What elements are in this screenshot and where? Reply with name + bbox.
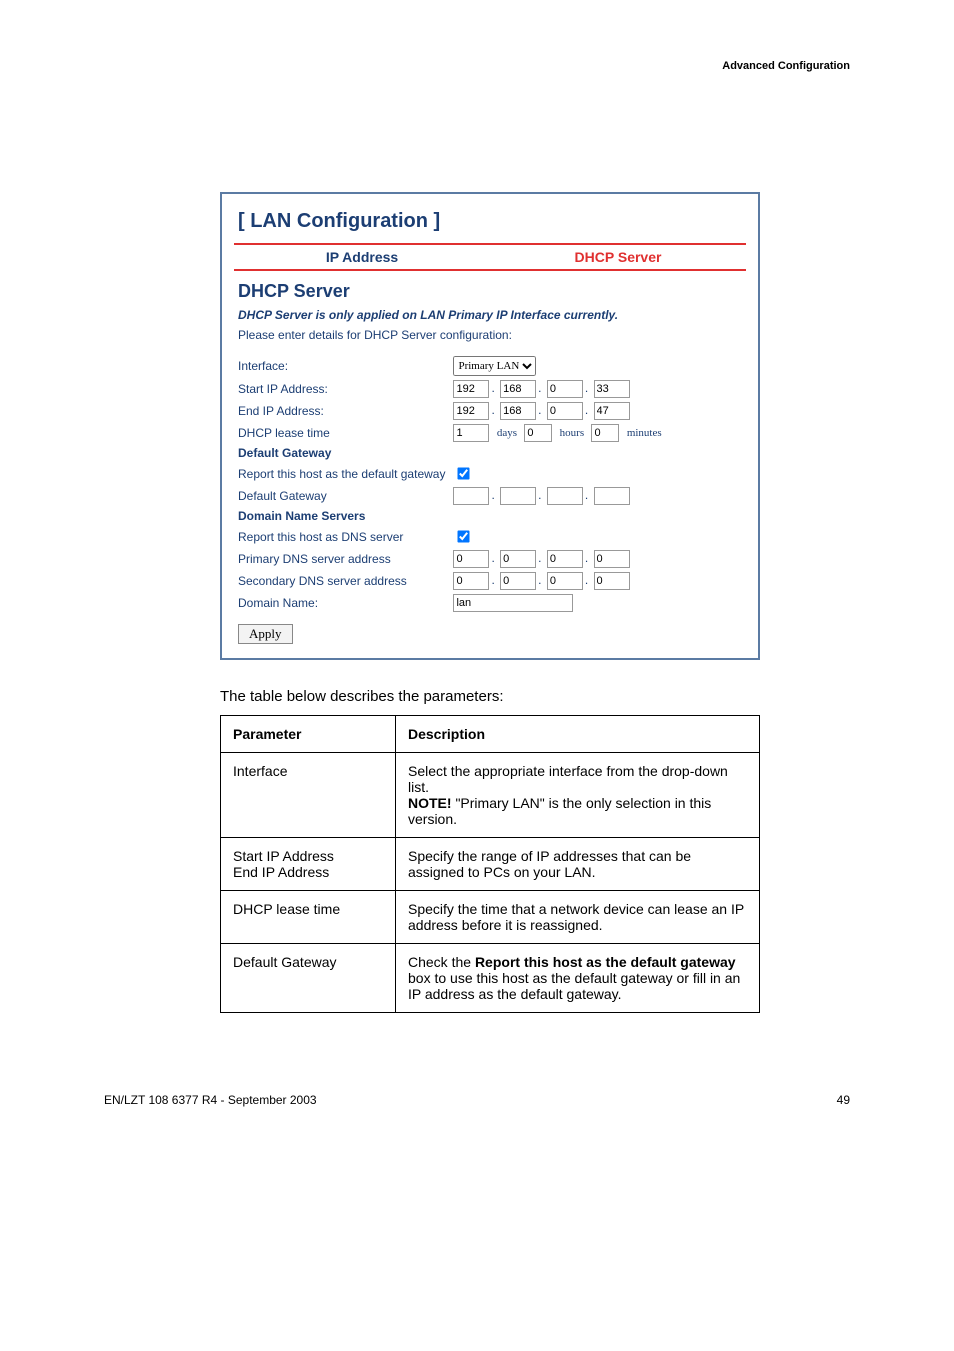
end-ip-3[interactable] xyxy=(547,402,583,420)
dns2-2[interactable] xyxy=(500,572,536,590)
panel-title: [ LAN Configuration ] xyxy=(238,210,742,233)
dhcp-note: DHCP Server is only applied on LAN Prima… xyxy=(238,308,742,322)
dot: . xyxy=(536,488,543,502)
dot: . xyxy=(583,381,590,395)
domain-input[interactable] xyxy=(453,594,573,612)
cell-param: Interface xyxy=(221,753,396,838)
lan-config-panel: [ LAN Configuration ] IP Address DHCP Se… xyxy=(220,192,760,660)
unit-hours: hours xyxy=(556,427,588,439)
dot: . xyxy=(536,381,543,395)
unit-minutes: minutes xyxy=(623,427,666,439)
dns2-3[interactable] xyxy=(547,572,583,590)
page-footer: EN/LZT 108 6377 R4 - September 2003 49 xyxy=(100,1093,854,1107)
cell-desc: Check the Report this host as the defaul… xyxy=(396,944,760,1013)
tab-bar: IP Address DHCP Server xyxy=(234,243,746,271)
dns-heading: Domain Name Servers xyxy=(234,507,746,525)
end-ip-2[interactable] xyxy=(500,402,536,420)
dot: . xyxy=(583,403,590,417)
start-ip-1[interactable] xyxy=(453,380,489,398)
dot: . xyxy=(489,551,496,565)
lease-minutes[interactable] xyxy=(591,424,619,442)
dhcp-section-title: DHCP Server xyxy=(238,281,742,302)
table-caption: The table below describes the parameters… xyxy=(220,688,854,705)
gw-heading: Default Gateway xyxy=(234,444,746,462)
lease-days[interactable] xyxy=(453,424,489,442)
table-row: DHCP lease time Specify the time that a … xyxy=(221,891,760,944)
gw-default-label: Default Gateway xyxy=(234,485,449,507)
start-ip-2[interactable] xyxy=(500,380,536,398)
dot: . xyxy=(583,551,590,565)
dot: . xyxy=(489,573,496,587)
dot: . xyxy=(583,488,590,502)
dns-report-label: Report this host as DNS server xyxy=(234,525,449,548)
dns1-4[interactable] xyxy=(594,550,630,568)
cell-desc: Select the appropriate interface from th… xyxy=(396,753,760,838)
dot: . xyxy=(536,403,543,417)
dns1-2[interactable] xyxy=(500,550,536,568)
gw-ip-1[interactable] xyxy=(453,487,489,505)
footer-page-number: 49 xyxy=(837,1093,850,1107)
dot: . xyxy=(536,551,543,565)
dhcp-hint: Please enter details for DHCP Server con… xyxy=(238,328,742,342)
dhcp-form: Interface: Primary LAN Start IP Address:… xyxy=(234,354,746,614)
th-description: Description xyxy=(396,716,760,753)
dot: . xyxy=(489,403,496,417)
start-ip-label: Start IP Address: xyxy=(234,378,449,400)
unit-days: days xyxy=(493,427,521,439)
apply-button[interactable]: Apply xyxy=(238,624,293,644)
dns-report-checkbox[interactable] xyxy=(458,530,470,542)
dot: . xyxy=(489,381,496,395)
section-header: Advanced Configuration xyxy=(100,60,854,72)
dns-secondary-label: Secondary DNS server address xyxy=(234,570,449,592)
dot: . xyxy=(536,573,543,587)
cell-param: Default Gateway xyxy=(221,944,396,1013)
lease-label: DHCP lease time xyxy=(234,422,449,444)
interface-label: Interface: xyxy=(234,354,449,378)
end-ip-4[interactable] xyxy=(594,402,630,420)
table-row: Interface Select the appropriate interfa… xyxy=(221,753,760,838)
gw-report-label: Report this host as the default gateway xyxy=(234,462,449,485)
table-row: Default Gateway Check the Report this ho… xyxy=(221,944,760,1013)
tab-ip-address[interactable]: IP Address xyxy=(234,245,490,269)
dns-primary-label: Primary DNS server address xyxy=(234,548,449,570)
param-table: Parameter Description Interface Select t… xyxy=(220,715,760,1013)
gw-report-checkbox[interactable] xyxy=(458,467,470,479)
dns1-3[interactable] xyxy=(547,550,583,568)
dns2-1[interactable] xyxy=(453,572,489,590)
footer-left: EN/LZT 108 6377 R4 - September 2003 xyxy=(104,1093,317,1107)
end-ip-label: End IP Address: xyxy=(234,400,449,422)
cell-param: DHCP lease time xyxy=(221,891,396,944)
domain-label: Domain Name: xyxy=(234,592,449,614)
table-row: Start IP Address End IP Address Specify … xyxy=(221,838,760,891)
end-ip-1[interactable] xyxy=(453,402,489,420)
dns2-4[interactable] xyxy=(594,572,630,590)
cell-desc: Specify the range of IP addresses that c… xyxy=(396,838,760,891)
th-parameter: Parameter xyxy=(221,716,396,753)
interface-select[interactable]: Primary LAN xyxy=(453,356,536,376)
dot: . xyxy=(489,488,496,502)
cell-desc: Specify the time that a network device c… xyxy=(396,891,760,944)
start-ip-3[interactable] xyxy=(547,380,583,398)
cell-param: Start IP Address End IP Address xyxy=(221,838,396,891)
dot: . xyxy=(583,573,590,587)
dns1-1[interactable] xyxy=(453,550,489,568)
tab-dhcp-server[interactable]: DHCP Server xyxy=(490,245,746,269)
gw-ip-3[interactable] xyxy=(547,487,583,505)
start-ip-4[interactable] xyxy=(594,380,630,398)
gw-ip-2[interactable] xyxy=(500,487,536,505)
lease-hours[interactable] xyxy=(524,424,552,442)
gw-ip-4[interactable] xyxy=(594,487,630,505)
